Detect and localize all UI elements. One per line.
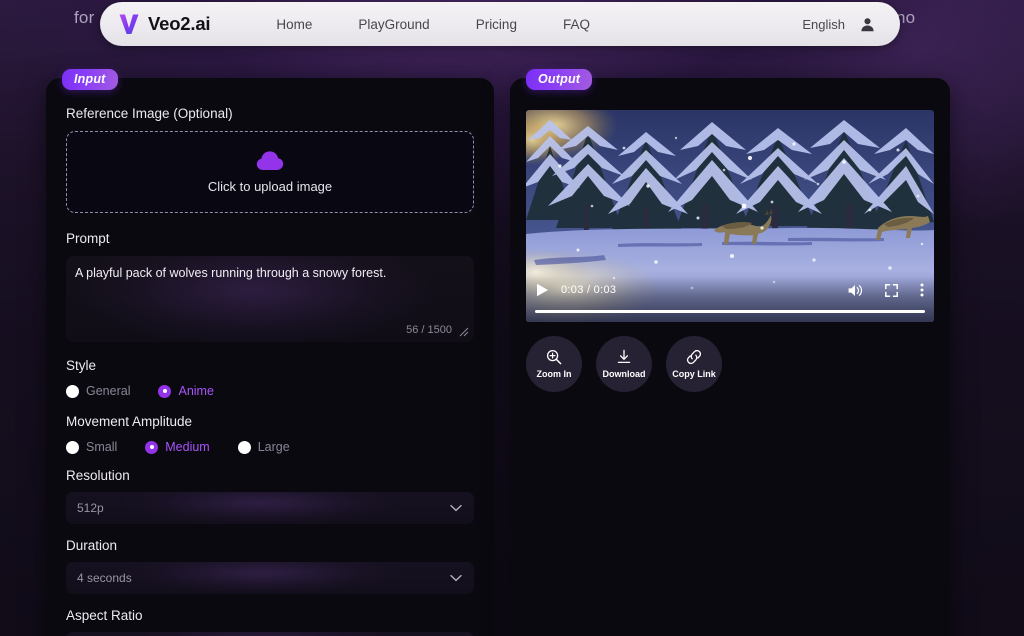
video-controls-row: 0:03 / 0:03 xyxy=(536,283,924,297)
input-panel: Input Reference Image (Optional) Click t… xyxy=(46,69,494,636)
prompt-field-wrap: Prompt A playful pack of wolves running … xyxy=(66,231,474,342)
reference-image-label: Reference Image (Optional) xyxy=(66,106,233,121)
user-avatar-icon[interactable] xyxy=(859,16,876,33)
movement-option-small[interactable]: Small xyxy=(66,440,117,454)
duration-value: 4 seconds xyxy=(77,571,132,585)
style-option-anime[interactable]: Anime xyxy=(158,384,214,398)
nav-links: Home PlayGround Pricing FAQ xyxy=(276,17,590,32)
aspect-ratio-group: Aspect Ratio 16:9 xyxy=(66,608,474,636)
video-time: 0:03 / 0:03 xyxy=(561,284,617,296)
style-radio-row: General Anime xyxy=(66,384,474,398)
movement-amplitude-label: Movement Amplitude xyxy=(66,414,193,429)
copy-link-label: Copy Link xyxy=(672,369,716,379)
movement-option-medium[interactable]: Medium xyxy=(145,440,210,454)
aspect-ratio-select[interactable]: 16:9 xyxy=(66,632,474,636)
reference-image-dropzone[interactable]: Click to upload image xyxy=(66,131,474,213)
video-player[interactable]: 0:03 / 0:03 xyxy=(526,110,934,322)
movement-radio-row: Small Medium Large xyxy=(66,440,474,454)
input-panel-body: Reference Image (Optional) Click to uplo… xyxy=(46,78,494,636)
prompt-label: Prompt xyxy=(66,231,110,246)
background-text-left: for xyxy=(74,8,95,27)
output-panel: Output 0:03 / 0:03 Zoom In Download Copy… xyxy=(510,69,950,636)
movement-option-medium-label: Medium xyxy=(165,440,210,454)
radio-dot-medium xyxy=(145,440,159,454)
style-option-general-label: General xyxy=(86,384,131,398)
zoom-in-icon xyxy=(546,349,562,365)
movement-option-large[interactable]: Large xyxy=(237,440,290,454)
language-selector[interactable]: English xyxy=(802,17,845,32)
radio-dot-general xyxy=(66,384,79,398)
zoom-in-label: Zoom In xyxy=(536,369,572,379)
copy-link-button[interactable]: Copy Link xyxy=(666,336,722,392)
brand-name: Veo2.ai xyxy=(148,13,211,34)
video-progress-bar[interactable] xyxy=(535,310,925,313)
more-vertical-icon[interactable] xyxy=(920,283,924,297)
input-panel-badge: Input xyxy=(62,69,118,90)
movement-option-large-label: Large xyxy=(257,440,290,454)
brand-logo[interactable]: Veo2.ai xyxy=(118,12,211,36)
nav-link-faq[interactable]: FAQ xyxy=(563,17,590,32)
prompt-input[interactable]: A playful pack of wolves running through… xyxy=(66,256,474,342)
style-label: Style xyxy=(66,358,97,373)
output-panel-badge: Output xyxy=(526,69,593,90)
prompt-value: A playful pack of wolves running through… xyxy=(75,266,387,280)
nav-right-group: English xyxy=(802,16,876,33)
download-button[interactable]: Download xyxy=(596,336,652,392)
duration-group: Duration 4 seconds xyxy=(66,538,474,594)
radio-dot-small xyxy=(66,440,79,454)
volume-icon[interactable] xyxy=(848,284,863,297)
nav-link-playground[interactable]: PlayGround xyxy=(358,17,429,32)
duration-label: Duration xyxy=(66,538,118,553)
nav-link-pricing[interactable]: Pricing xyxy=(476,17,517,32)
resolution-select[interactable]: 512p xyxy=(66,492,474,524)
radio-dot-anime xyxy=(158,384,172,398)
video-controls: 0:03 / 0:03 xyxy=(526,276,934,322)
resize-grip-icon[interactable] xyxy=(459,327,469,337)
play-icon[interactable] xyxy=(536,283,549,297)
aspect-ratio-label: Aspect Ratio xyxy=(66,608,143,623)
download-label: Download xyxy=(602,369,646,379)
fullscreen-icon[interactable] xyxy=(885,283,898,297)
zoom-in-button[interactable]: Zoom In xyxy=(526,336,582,392)
duration-select[interactable]: 4 seconds xyxy=(66,562,474,594)
link-icon xyxy=(686,349,702,365)
movement-amplitude-group: Movement Amplitude Small Medium Large xyxy=(66,414,474,454)
prompt-character-counter: 56 / 1500 xyxy=(406,324,452,336)
output-actions: Zoom In Download Copy Link xyxy=(526,336,722,392)
chevron-down-icon xyxy=(450,504,462,512)
veo-v-logo-icon xyxy=(119,14,139,34)
movement-option-small-label: Small xyxy=(86,440,118,454)
resolution-value: 512p xyxy=(77,501,104,515)
dropzone-cta-text: Click to upload image xyxy=(207,179,333,194)
cloud-upload-icon xyxy=(256,151,284,170)
app-root: for no Veo2.ai Home PlayGround Pricing F… xyxy=(0,0,1024,636)
chevron-down-icon xyxy=(450,574,462,582)
resolution-label: Resolution xyxy=(66,468,130,483)
navbar: Veo2.ai Home PlayGround Pricing FAQ Engl… xyxy=(100,2,900,46)
nav-link-home[interactable]: Home xyxy=(276,17,312,32)
video-controls-right xyxy=(848,283,924,297)
download-icon xyxy=(617,349,631,364)
resolution-group: Resolution 512p xyxy=(66,468,474,524)
style-option-general[interactable]: General xyxy=(66,384,130,398)
radio-dot-large xyxy=(237,440,251,454)
style-group: Style General Anime xyxy=(66,358,474,398)
style-option-anime-label: Anime xyxy=(178,384,214,398)
